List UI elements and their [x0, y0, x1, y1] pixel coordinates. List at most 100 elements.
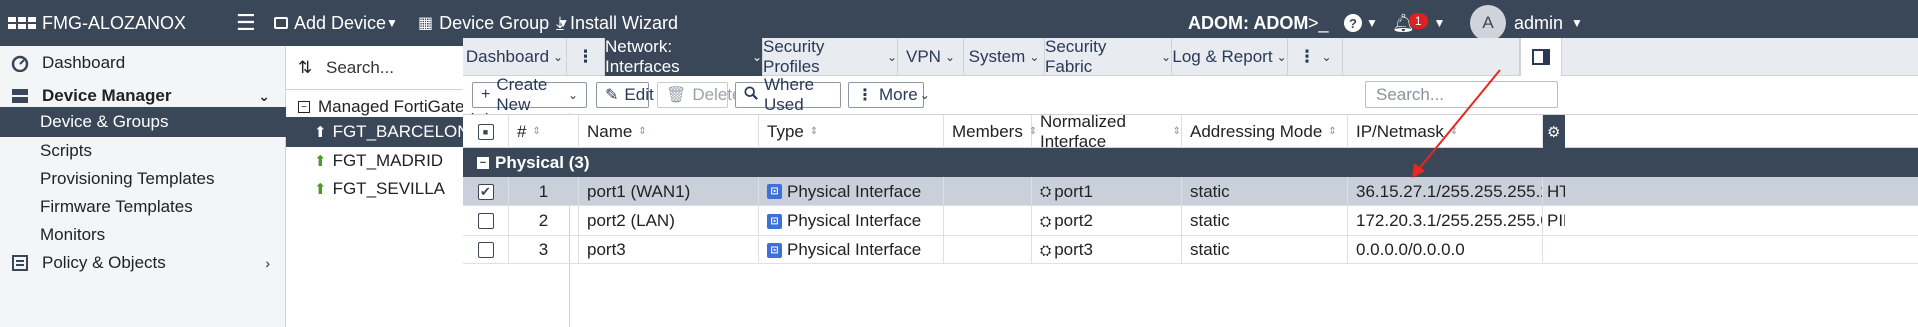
chevron-down-icon: ▼: [1366, 16, 1378, 30]
column-header-number[interactable]: # ⇕: [509, 115, 579, 149]
help-icon: ?: [1344, 14, 1362, 32]
sort-icon[interactable]: ⇅: [298, 58, 318, 78]
chevron-down-icon: ▼: [1433, 16, 1446, 30]
plus-icon: +: [481, 86, 491, 103]
sidebar-item-policy-objects[interactable]: Policy & Objects ›: [0, 249, 286, 277]
chevron-down-icon: ⌄: [944, 50, 956, 64]
panel-toggle-button[interactable]: [1520, 38, 1562, 76]
create-new-button[interactable]: + Create New ⌄: [472, 75, 587, 114]
tab-security-fabric[interactable]: Security Fabric ⌄: [1045, 37, 1172, 76]
row-checkbox[interactable]: [463, 236, 509, 264]
checkmark-icon: ✔: [477, 183, 494, 200]
chevron-down-icon: ⌄: [1160, 50, 1171, 64]
column-header-type[interactable]: Type ⇕: [759, 115, 944, 149]
sidebar-item-dashboard[interactable]: Dashboard: [0, 46, 286, 80]
chevron-down-icon: ⌄: [567, 88, 578, 102]
cell-type: ⊡ Physical Interface: [759, 236, 944, 264]
where-used-button[interactable]: Where Used: [735, 75, 841, 114]
panel-layout-icon: [1532, 49, 1550, 65]
row-checkbox[interactable]: ✔: [463, 177, 509, 206]
sidebar-item-scripts[interactable]: Scripts: [0, 137, 286, 165]
gear-icon: ⚙: [1547, 124, 1561, 141]
dashboard-icon: [10, 53, 30, 73]
table-header: ■ # ⇕ Name ⇕ Type ⇕ Members ⇕ Normalized Int…: [463, 112, 1918, 151]
chevron-down-icon: ⌄: [258, 87, 270, 104]
cell-number: 1: [509, 177, 579, 206]
more-button[interactable]: ⋮ More ⌄: [848, 82, 930, 108]
sidebar-item-monitors[interactable]: Monitors: [0, 221, 286, 249]
tab-system[interactable]: System ⌄: [964, 38, 1045, 76]
tab-bar: Dashboard ⌄ ⋮ Network: Interfaces ⌄ Securi…: [463, 37, 1918, 76]
kebab-icon: ⋮: [1298, 47, 1316, 66]
select-all-icon: ■: [477, 124, 494, 140]
cell-overflow: HT: [1547, 181, 1565, 201]
sort-icon: ⇕: [638, 126, 647, 137]
sort-icon: ⇕: [1328, 126, 1337, 137]
tab-more-menu[interactable]: ⋮ ⌄: [1288, 38, 1343, 76]
column-settings-button[interactable]: ⚙: [1543, 115, 1565, 149]
sort-icon: ⇕: [809, 126, 819, 137]
column-header-normalized-interface[interactable]: Normalized Interface ⇕: [1032, 112, 1182, 151]
fortinet-logo-icon: [8, 17, 36, 29]
cell-overflow: PIN: [1547, 211, 1565, 230]
chevron-down-icon: ⌄: [1321, 50, 1332, 64]
checkbox-empty-icon: [477, 242, 494, 258]
table-search-input[interactable]: Search...: [1365, 81, 1558, 108]
tab-more-dashboards-icon[interactable]: ⋮: [567, 38, 605, 76]
chevron-right-icon: ›: [265, 255, 270, 271]
cell-ip-netmask: 172.20.3.1/255.255.255.0: [1348, 206, 1543, 236]
cell-addressing-mode: static: [1182, 206, 1348, 236]
sidebar: Dashboard Device Manager ⌄ Device & Grou…: [0, 46, 286, 327]
column-header-name[interactable]: Name ⇕: [579, 115, 759, 149]
cell-number: 2: [509, 206, 579, 236]
tab-vpn[interactable]: VPN ⌄: [898, 38, 964, 76]
row-checkbox[interactable]: [463, 206, 509, 236]
group-row-physical[interactable]: − Physical (3): [463, 148, 1918, 177]
cell-members: [944, 177, 1032, 206]
select-all-checkbox[interactable]: ■: [463, 115, 509, 149]
install-icon: ⤓: [556, 12, 564, 33]
checkbox-empty-icon: [477, 213, 494, 229]
chevron-down-icon: ⌄: [553, 50, 564, 64]
tab-network-interfaces[interactable]: Network: Interfaces ⌄: [605, 37, 763, 76]
cell-number: 3: [509, 236, 579, 264]
sidebar-item-device-groups[interactable]: Device & Groups: [0, 107, 286, 137]
sort-icon: ⇕: [1449, 126, 1459, 137]
column-header-ip-netmask[interactable]: IP/Netmask ⇕: [1348, 115, 1543, 149]
table-row[interactable]: ✔ 1 port1 (WAN1) ⊡ Physical Interface ⛭ po…: [463, 177, 1918, 206]
delete-button[interactable]: 🗑︎ Delete: [657, 82, 741, 108]
column-header-members[interactable]: Members ⇕: [944, 115, 1037, 149]
menu-icon[interactable]: ☰: [236, 0, 256, 46]
tab-security-profiles[interactable]: Security Profiles ⌄: [763, 37, 898, 76]
cell-normalized-interface: ⛭ port1: [1032, 177, 1182, 206]
add-device-button[interactable]: Add Device: [274, 0, 386, 46]
device-up-arrow-icon: ⬆: [314, 124, 327, 141]
app-logo[interactable]: FMG-ALOZANOX: [8, 0, 186, 46]
cell-addressing-mode: static: [1182, 236, 1348, 264]
sidebar-item-firmware-templates[interactable]: Firmware Templates: [0, 193, 286, 221]
cell-name: port1 (WAN1): [579, 177, 759, 206]
cell-type: ⊡ Physical Interface: [759, 177, 944, 206]
column-header-addressing-mode[interactable]: Addressing Mode ⇕: [1182, 115, 1348, 149]
add-device-dropdown-icon[interactable]: ▼: [386, 0, 398, 46]
cell-addressing-mode: static: [1182, 177, 1348, 206]
cell-members: [944, 206, 1032, 236]
sort-icon: ⇕: [1172, 126, 1181, 137]
sidebar-item-provisioning-templates[interactable]: Provisioning Templates: [0, 165, 286, 193]
collapse-icon[interactable]: −: [298, 101, 310, 113]
device-group-icon: ▦: [418, 15, 434, 32]
kebab-icon: ⋮: [857, 87, 873, 104]
tab-log-report[interactable]: Log & Report ⌄: [1172, 38, 1288, 76]
tab-dashboard[interactable]: Dashboard ⌄: [463, 38, 567, 76]
physical-interface-icon: ⊡: [767, 184, 782, 199]
cell-name: port3: [579, 236, 759, 264]
table-row[interactable]: 2 port2 (LAN) ⊡ Physical Interface ⛭ port2…: [463, 206, 1918, 236]
table-row[interactable]: 3 port3 ⊡ Physical Interface ⛭ port3 stati…: [463, 236, 1918, 264]
cell-name: port2 (LAN): [579, 206, 759, 236]
chevron-down-icon: ⌄: [1276, 50, 1287, 64]
notification-badge: 1: [1408, 13, 1428, 29]
normalized-interface-icon: ⛭: [1040, 183, 1052, 199]
sort-icon: ⇕: [532, 126, 541, 137]
device-manager-icon: [10, 86, 30, 106]
edit-button[interactable]: ✎ Edit: [596, 82, 654, 108]
